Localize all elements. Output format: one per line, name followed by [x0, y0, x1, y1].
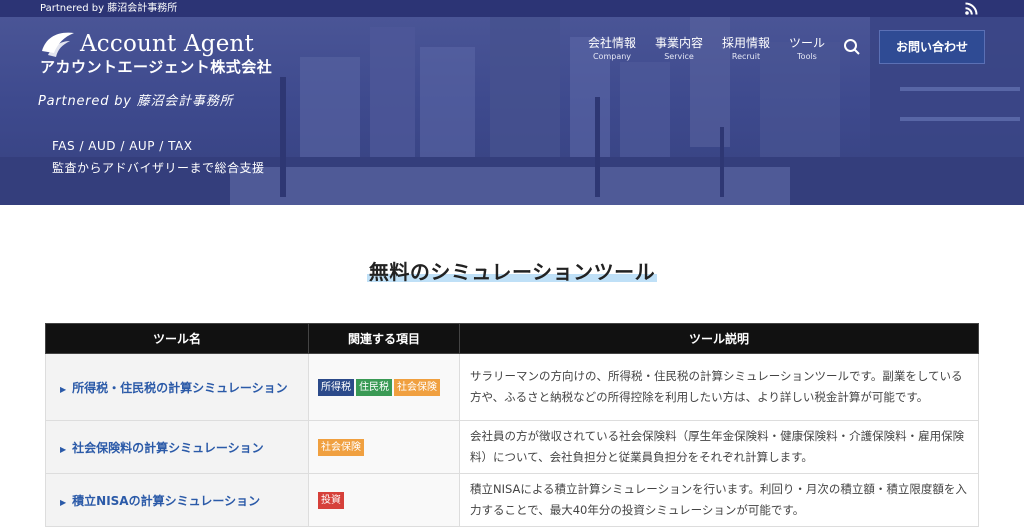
tag-income-tax: 所得税: [318, 378, 354, 396]
tool-link-nisa[interactable]: 積立NISAの計算シミュレーション: [72, 494, 260, 508]
table-header-row: ツール名 関連する項目 ツール説明: [45, 323, 979, 354]
tag-social-insurance: 社会保険: [318, 438, 364, 456]
triangle-right-icon: ▶: [60, 384, 67, 394]
nav-tools[interactable]: ツール Tools: [789, 36, 825, 62]
wing-logo-icon: [42, 32, 74, 57]
tool-link-social-insurance[interactable]: 社会保険料の計算シミュレーション: [72, 441, 264, 455]
top-bar-text: Partnered by 藤沼会計事務所: [40, 3, 178, 14]
nav-tools-sublabel: Tools: [797, 52, 817, 61]
nav-company-label: 会社情報: [588, 36, 637, 50]
nav-recruit[interactable]: 採用情報 Recruit: [722, 36, 770, 62]
section-title: 無料のシミュレーションツール: [0, 256, 1024, 285]
nav-company[interactable]: 会社情報 Company: [588, 36, 636, 62]
triangle-right-icon: ▶: [60, 444, 67, 454]
hero-banner: Account Agent アカウントエージェント株式会社 Partnered …: [0, 17, 1024, 205]
header-tool-name: ツール名: [45, 323, 309, 354]
nav-recruit-sublabel: Recruit: [731, 52, 761, 61]
hero-tagline: 監査からアドバイザリーまで総合支援: [52, 161, 265, 175]
nav-service-sublabel: Service: [664, 52, 694, 61]
logo-japanese-name: アカウントエージェント株式会社: [40, 58, 273, 76]
tool-link-income-tax[interactable]: 所得税・住民税の計算シミュレーション: [72, 381, 288, 395]
table-row: ▶ 社会保険料の計算シミュレーション 社会保険 会社員の方が徴収されている社会保険…: [45, 420, 979, 474]
description-cell: 会社員の方が徴収されている社会保険料（厚生年金保険料・健康保険料・介護保険料・雇…: [459, 420, 979, 474]
nav-service[interactable]: 事業内容 Service: [655, 36, 703, 62]
top-bar: Partnered by 藤沼会計事務所: [0, 0, 1024, 17]
section-title-text: 無料のシミュレーションツール: [366, 256, 658, 285]
nav-recruit-label: 採用情報: [722, 36, 771, 50]
rss-icon[interactable]: [965, 2, 978, 15]
tool-name-cell: ▶ 社会保険料の計算シミュレーション: [45, 420, 309, 474]
header-description: ツール説明: [459, 323, 979, 354]
company-logo[interactable]: Account Agent アカウントエージェント株式会社: [40, 31, 272, 77]
tag-resident-tax: 住民税: [356, 378, 392, 396]
nav-company-sublabel: Company: [592, 52, 632, 61]
tags-cell: 所得税 住民税 社会保険: [308, 353, 460, 421]
header-related-items: 関連する項目: [308, 323, 460, 354]
contact-button[interactable]: お問い合わせ: [879, 30, 985, 64]
partner-text: Partnered by 藤沼会計事務所: [38, 94, 234, 109]
tools-table: ツール名 関連する項目 ツール説明 ▶ 所得税・住民税の計算シミュレーション 所得…: [45, 323, 979, 527]
tag-social-insurance: 社会保険: [394, 378, 440, 396]
tool-name-cell: ▶ 積立NISAの計算シミュレーション: [45, 473, 309, 527]
table-row: ▶ 積立NISAの計算シミュレーション 投資 積立NISAによる積立計算シミュレー…: [45, 473, 979, 527]
tag-investment: 投資: [318, 491, 344, 509]
table-row: ▶ 所得税・住民税の計算シミュレーション 所得税 住民税 社会保険 サラリーマンの方向…: [45, 353, 979, 421]
tags-cell: 社会保険: [308, 420, 460, 474]
nav-tools-label: ツール: [789, 36, 826, 50]
nav-service-label: 事業内容: [655, 36, 704, 50]
tags-cell: 投資: [308, 473, 460, 527]
triangle-right-icon: ▶: [60, 497, 67, 507]
hero-services: FAS / AUD / AUP / TAX: [52, 139, 193, 153]
tool-name-cell: ▶ 所得税・住民税の計算シミュレーション: [45, 353, 309, 421]
description-cell: 積立NISAによる積立計算シミュレーションを行います。利回り・月次の積立額・積立…: [459, 473, 979, 527]
search-icon[interactable]: [843, 38, 861, 56]
description-cell: サラリーマンの方向けの、所得税・住民税の計算シミュレーションツールです。副業をし…: [459, 353, 979, 421]
